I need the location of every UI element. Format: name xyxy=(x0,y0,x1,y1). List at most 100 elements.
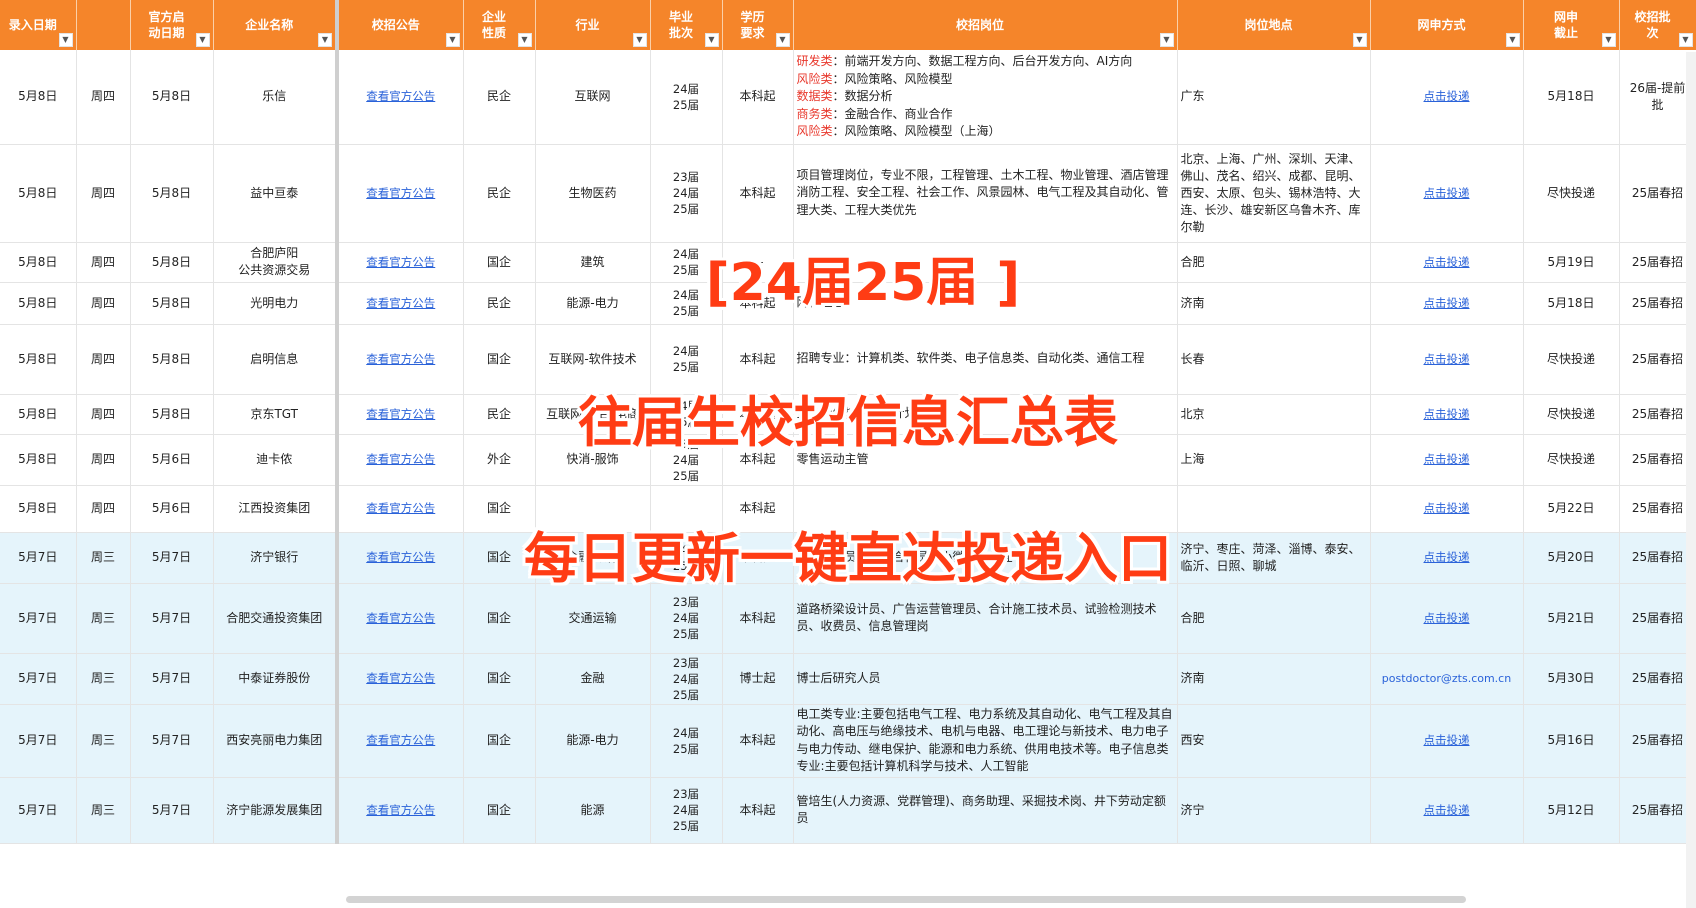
cell-apply: 点击投递 xyxy=(1370,704,1524,778)
view-notice-link[interactable]: 查看官方公告 xyxy=(366,255,435,269)
cell-nature: 国企 xyxy=(463,583,536,654)
view-notice-link[interactable]: 查看官方公告 xyxy=(366,611,435,625)
cell-entry-date: 5月8日 xyxy=(0,324,77,395)
view-notice-link[interactable]: 查看官方公告 xyxy=(366,550,435,564)
cell-education: 博士起 xyxy=(722,653,794,705)
apply-link[interactable]: 点击投递 xyxy=(1424,452,1470,466)
cell-deadline: 尽快投递 xyxy=(1523,394,1620,435)
view-notice-link[interactable]: 查看官方公告 xyxy=(366,452,435,466)
cell-batch: 23届 24届 25届 xyxy=(650,653,723,705)
cell-industry: 建筑 xyxy=(535,242,651,283)
cell-entry-date: 5月7日 xyxy=(0,653,77,705)
apply-link[interactable]: 点击投递 xyxy=(1424,255,1470,269)
cell-education: 本科起 xyxy=(722,394,794,435)
cell-positions: 网格经理 xyxy=(793,282,1178,325)
cell-round: 25届春招 xyxy=(1619,704,1696,778)
apply-link[interactable]: 点击投递 xyxy=(1424,550,1470,564)
cell-apply: 点击投递 xyxy=(1370,485,1524,533)
view-notice-link[interactable]: 查看官方公告 xyxy=(366,186,435,200)
filter-icon[interactable]: ▼ xyxy=(1159,33,1174,47)
position-line: 商务类：金融合作、商业合作 xyxy=(797,106,1174,124)
cell-nature: 民企 xyxy=(463,394,536,435)
apply-link[interactable]: 点击投递 xyxy=(1424,611,1470,625)
filter-icon[interactable]: ▼ xyxy=(318,33,332,47)
cell-location: 西安 xyxy=(1177,704,1371,778)
cell-location: 济宁 xyxy=(1177,777,1371,844)
view-notice-link[interactable]: 查看官方公告 xyxy=(366,803,435,817)
filter-icon[interactable]: ▼ xyxy=(58,33,73,47)
horizontal-scrollbar[interactable] xyxy=(346,896,1466,903)
filter-icon[interactable]: ▼ xyxy=(195,33,210,47)
cell-deadline: 5月20日 xyxy=(1523,532,1620,584)
filter-icon[interactable]: ▼ xyxy=(1678,33,1693,47)
view-notice-link[interactable]: 查看官方公告 xyxy=(366,501,435,515)
filter-icon[interactable]: ▼ xyxy=(445,33,460,47)
view-notice-link[interactable]: 查看官方公告 xyxy=(366,407,435,421)
apply-link[interactable]: 点击投递 xyxy=(1424,407,1470,421)
cell-batch: 24届 25届 xyxy=(650,50,723,145)
filter-icon[interactable]: ▼ xyxy=(1505,33,1520,47)
cell-apply: 点击投递 xyxy=(1370,242,1524,283)
filter-icon[interactable]: ▼ xyxy=(704,33,719,47)
apply-link[interactable]: 点击投递 xyxy=(1424,803,1470,817)
apply-link[interactable]: 点击投递 xyxy=(1424,296,1470,310)
col-header-label: 岗位地点 xyxy=(1244,18,1293,32)
col-header-notice: 校招公告 ▼ xyxy=(337,0,464,50)
cell-nature: 外企 xyxy=(463,434,536,486)
cell-notice: 查看官方公告 xyxy=(337,394,464,435)
cell-entry-date: 5月7日 xyxy=(0,704,77,778)
apply-link[interactable]: 点击投递 xyxy=(1424,733,1470,747)
col-header-label: 录入日期 xyxy=(8,18,57,32)
cell-entry-date: 5月7日 xyxy=(0,583,77,654)
apply-link[interactable]: 点击投递 xyxy=(1424,89,1470,103)
view-notice-link[interactable]: 查看官方公告 xyxy=(366,296,435,310)
cell-weekday: 周四 xyxy=(76,50,131,145)
cell-official-date: 5月8日 xyxy=(130,324,214,395)
filter-icon[interactable]: ▼ xyxy=(1601,33,1616,47)
position-category: 研发类 xyxy=(796,54,833,68)
cell-weekday: 周四 xyxy=(76,282,131,325)
table-row: 5月8日 周四 5月8日 启明信息 查看官方公告 国企 互联网-软件技术 24届 25届 本科起… xyxy=(0,324,1696,395)
cell-positions: 管培生(人力资源、党群管理)、商务助理、采掘技术岗、井下劳动定额员 xyxy=(793,777,1178,844)
table-row: 5月8日 周四 5月8日 合肥庐阳 公共资源交易 查看官方公告 国企 建筑 24届 25届 — 合… xyxy=(0,242,1696,283)
filter-icon[interactable]: ▼ xyxy=(1352,33,1367,47)
position-text: 博士后研究人员 xyxy=(796,670,881,685)
position-text: ：金融合作、商业合作 xyxy=(832,106,953,121)
vertical-scrollbar[interactable] xyxy=(1686,52,1696,908)
cell-apply: 点击投递 xyxy=(1370,394,1524,435)
table-row: 5月8日 周四 5月8日 光明电力 查看官方公告 民企 能源-电力 24届 25届 本科起 网格经… xyxy=(0,282,1696,325)
cell-education: 本科起 xyxy=(722,144,794,243)
cell-official-date: 5月8日 xyxy=(130,242,214,283)
recruitment-table: 录入日期 ▼ 官方启 动日期 ▼ 企业名称 ▼ 校招公告 ▼ 企业 性质 ▼ 行业 ▼ 毕业 批次 ▼ 学历… xyxy=(0,0,1696,844)
filter-icon[interactable]: ▼ xyxy=(775,33,790,47)
filter-icon[interactable]: ▼ xyxy=(632,33,647,47)
cell-nature: 民企 xyxy=(463,282,536,325)
apply-link[interactable]: 点击投递 xyxy=(1424,186,1470,200)
view-notice-link[interactable]: 查看官方公告 xyxy=(366,352,435,366)
cell-education: 本科起 xyxy=(722,434,794,486)
position-line: 消防工程、安全工程、社会工作、风景园林、电气工程及其自动化、管理大类、工程大类优… xyxy=(797,184,1174,219)
cell-education: 本科起 xyxy=(722,583,794,654)
cell-education: 本科起 xyxy=(722,485,794,533)
cell-education: 本科起 xyxy=(722,704,794,778)
filter-icon[interactable]: ▼ xyxy=(517,33,532,47)
view-notice-link[interactable]: 查看官方公告 xyxy=(366,671,435,685)
cell-weekday: 周三 xyxy=(76,583,131,654)
cell-industry: 能源 xyxy=(535,777,651,844)
view-notice-link[interactable]: 查看官方公告 xyxy=(366,89,435,103)
cell-entry-date: 5月7日 xyxy=(0,777,77,844)
table-row: 5月8日 周四 5月8日 乐信 查看官方公告 民企 互联网 24届 25届 本科起 研发类：前端开… xyxy=(0,50,1696,145)
cell-company: 乐信 xyxy=(213,50,339,145)
cell-positions: 零售运动主管 xyxy=(793,434,1178,486)
col-header-label: 企业名称 xyxy=(245,18,294,32)
apply-link[interactable]: 点击投递 xyxy=(1424,352,1470,366)
col-header-round: 校招批 次 ▼ xyxy=(1619,0,1696,50)
position-line: 总行部室员工、综合柜员、小微客户经理 xyxy=(797,549,1174,567)
apply-link[interactable]: 点击投递 xyxy=(1424,501,1470,515)
cell-round: 25届春招 xyxy=(1619,532,1696,584)
cell-round: 25届春招 xyxy=(1619,242,1696,283)
view-notice-link[interactable]: 查看官方公告 xyxy=(366,733,435,747)
apply-email[interactable]: postdoctor@zts.com.cn xyxy=(1382,672,1511,685)
cell-industry: 互联网-软件技术 xyxy=(535,324,651,395)
cell-notice: 查看官方公告 xyxy=(337,50,464,145)
